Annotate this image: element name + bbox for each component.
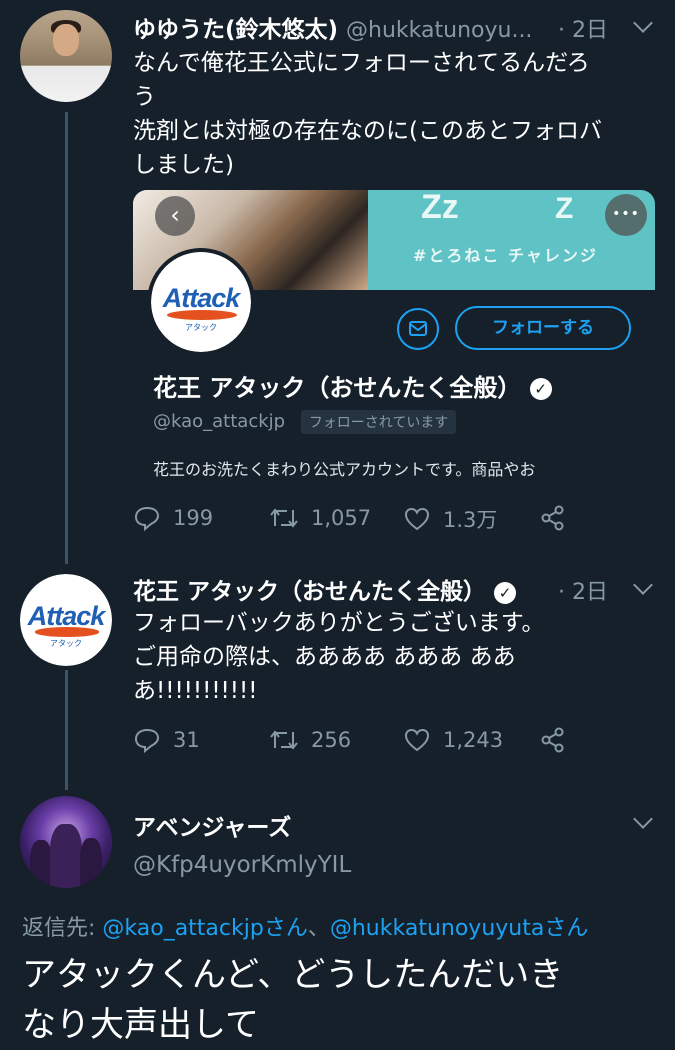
like-count: 1.3万: [443, 508, 498, 532]
share-button[interactable]: [539, 504, 579, 532]
chevron-left-icon: ‹: [170, 201, 180, 229]
card-name-text: 花王 アタック（おせんたく全般）: [153, 374, 522, 402]
tweet-author[interactable]: ゆゆうた(鈴木悠太) @hukkatunoyu...: [133, 10, 532, 44]
logo-sub: アタック: [50, 639, 82, 649]
card-handle-text: @kao_attackjp: [153, 411, 286, 432]
like-button[interactable]: 1,243: [403, 726, 503, 754]
verified-icon: ✓: [494, 581, 517, 604]
attack-logo: Attack アタック: [151, 252, 251, 352]
more-icon: •••: [612, 206, 640, 222]
share-icon: [541, 505, 564, 531]
mention-separator: 、: [307, 916, 330, 941]
verified-icon: ✓: [529, 378, 552, 400]
reply-to: 返信先: @kao_attackjpさん、@hukkatunoyuyutaさん: [22, 910, 588, 942]
retweet-icon: [270, 508, 298, 528]
chevron-down-icon[interactable]: [633, 809, 653, 829]
chevron-down-icon[interactable]: [633, 13, 653, 33]
retweet-count: 256: [311, 728, 352, 752]
author-handle: @hukkatunoyu...: [346, 18, 533, 43]
reply-icon: [134, 506, 160, 532]
tweet-text: なんで俺花王公式にフォローされてるんだろ う 洗剤とは対極の存在なのに(このあと…: [133, 50, 602, 178]
tweet-time[interactable]: · 2日: [558, 12, 608, 44]
banner-zz: Zz: [421, 190, 459, 226]
follow-button[interactable]: フォローする: [455, 306, 631, 350]
like-icon: [404, 728, 430, 752]
card-bio: 花王のお洗たくまわり公式アカウントです。商品やお: [153, 460, 536, 479]
tweet-author-handle[interactable]: @Kfp4uyorKmlyYIL: [133, 852, 351, 878]
avatar[interactable]: [20, 796, 112, 888]
tweet-author-name[interactable]: アベンジャーズ: [133, 808, 291, 842]
avatar[interactable]: [20, 10, 112, 102]
tweet-actions: 199 1,057 1.3万: [133, 504, 653, 534]
thread-line: [65, 112, 68, 564]
like-button[interactable]: 1.3万: [403, 504, 497, 534]
avatar[interactable]: Attack アタック: [20, 574, 112, 666]
card-avatar[interactable]: Attack アタック: [147, 248, 255, 356]
retweet-button[interactable]: 1,057: [269, 504, 371, 532]
follows-you-badge: フォローされています: [300, 410, 457, 434]
card-profile-name[interactable]: 花王 アタック（おせんたく全般） ✓: [153, 368, 552, 403]
avatar-photo: [20, 10, 112, 102]
avatar-avengers-poster: [20, 796, 112, 888]
retweet-count: 1,057: [311, 506, 372, 530]
tweet-text: フォローバックありがとうございます。 ご用命の際は、ああああ あああ ああ あ!…: [133, 610, 545, 704]
banner-z: Z: [555, 192, 574, 225]
attack-logo: Attack アタック: [20, 574, 112, 666]
reply-button[interactable]: 31: [133, 726, 200, 754]
mention-link[interactable]: @kao_attackjpさん: [102, 916, 307, 941]
author-name: 花王 アタック（おせんたく全般）: [133, 579, 487, 605]
card-handle: @kao_attackjp フォローされています: [153, 410, 457, 434]
reply-count: 31: [173, 728, 200, 752]
tweet-actions: 31 256 1,243: [133, 726, 653, 756]
share-button[interactable]: [539, 726, 579, 754]
tweet-text: アタックくんど、どうしたんだいき なり大声出して: [22, 955, 564, 1045]
profile-card[interactable]: Zz Z #とろねこ チャレンジ ‹ ••• Attack アタック フォローす…: [133, 190, 655, 488]
tweet-author[interactable]: 花王 アタック（おせんたく全般） ✓: [133, 572, 517, 606]
author-name: ゆゆうた(鈴木悠太): [133, 17, 339, 43]
like-count: 1,243: [443, 728, 504, 752]
message-button[interactable]: [397, 308, 439, 350]
retweet-icon: [270, 730, 298, 750]
reply-button[interactable]: 199: [133, 504, 213, 532]
logo-sub: アタック: [185, 323, 217, 332]
tweet-time[interactable]: · 2日: [558, 574, 608, 606]
back-button[interactable]: ‹: [155, 196, 195, 236]
like-icon: [404, 507, 430, 531]
share-icon: [541, 727, 564, 753]
mention-link[interactable]: @hukkatunoyuyutaさん: [330, 916, 588, 941]
retweet-button[interactable]: 256: [269, 726, 351, 754]
mail-icon: [409, 321, 427, 336]
banner-hashtag: #とろねこ チャレンジ: [413, 246, 598, 265]
more-button[interactable]: •••: [605, 194, 647, 236]
reply-count: 199: [173, 506, 214, 530]
reply-icon: [134, 728, 160, 754]
thread-line: [65, 670, 68, 790]
reply-to-label: 返信先:: [22, 916, 103, 941]
chevron-down-icon[interactable]: [633, 575, 653, 595]
